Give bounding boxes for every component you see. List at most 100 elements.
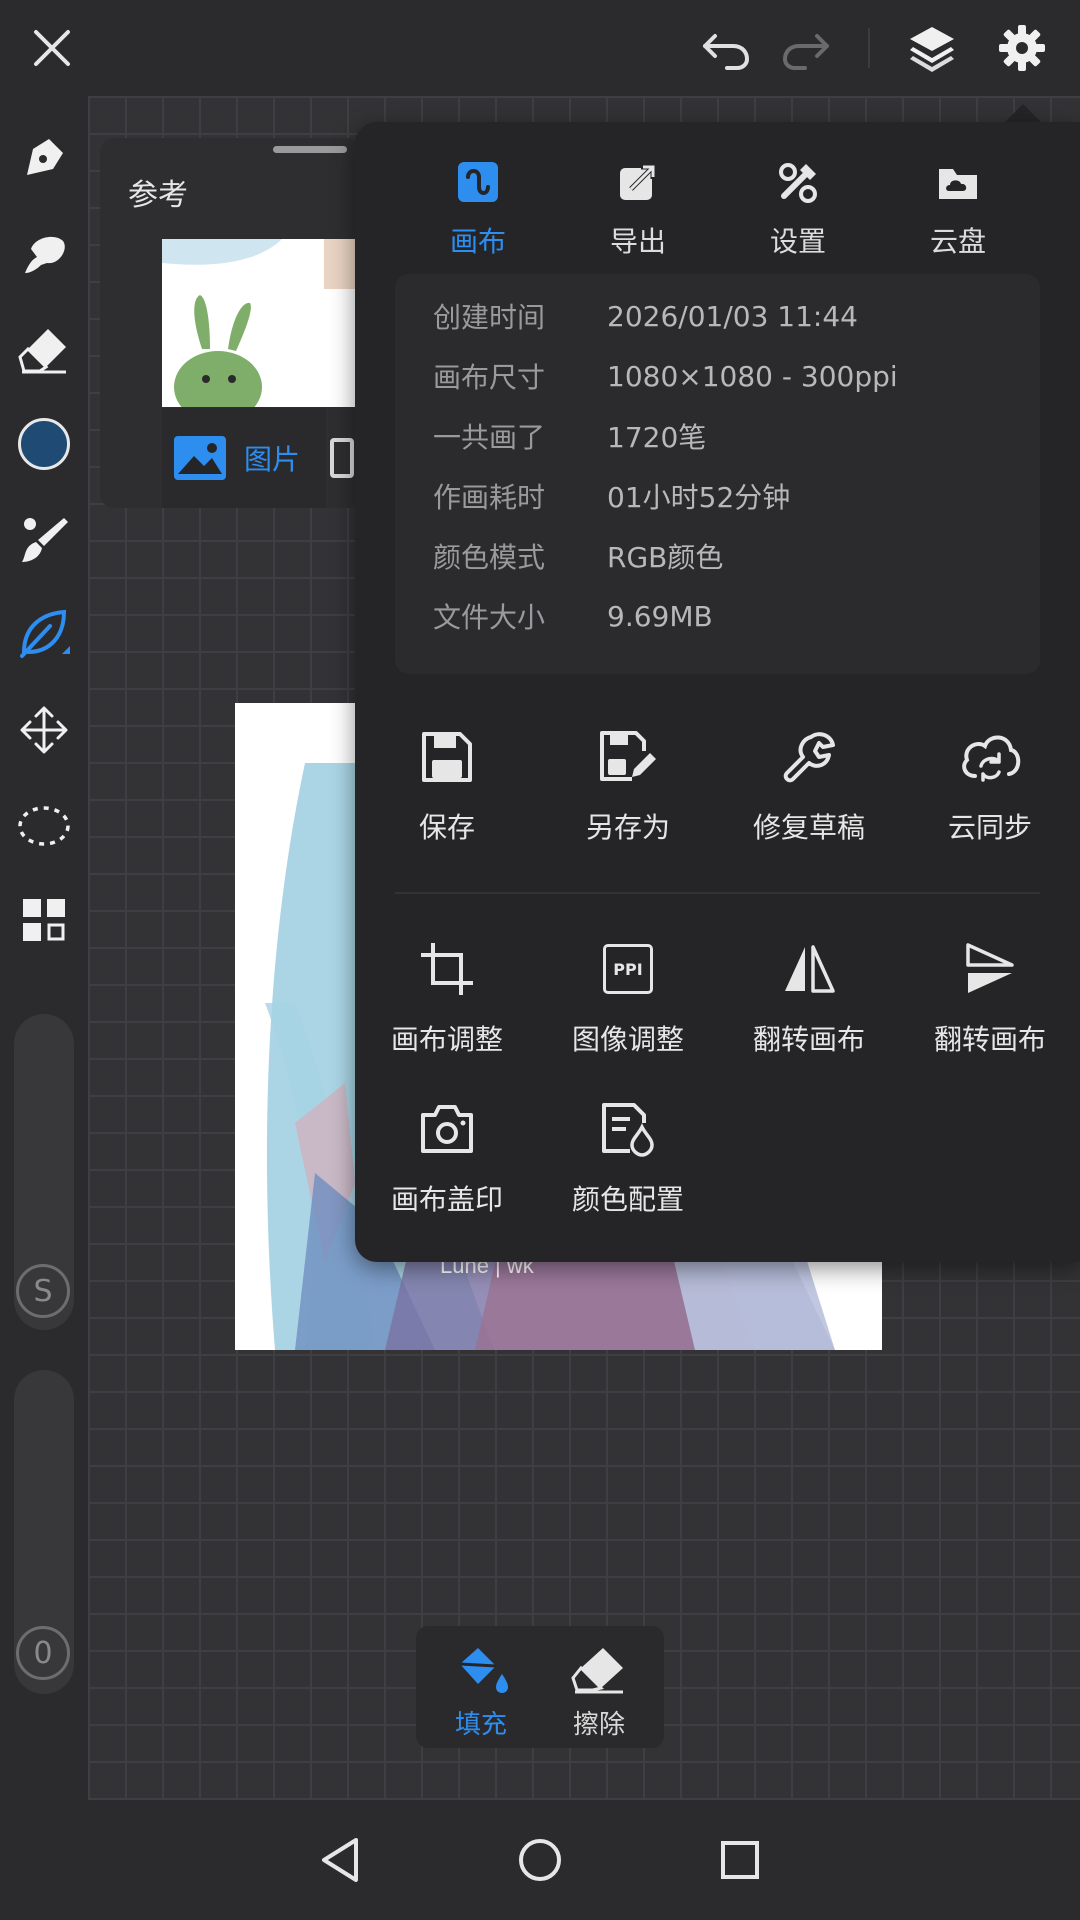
reference-image[interactable] bbox=[162, 239, 362, 423]
canvas-settings-popup: 画布 导出 设置 云盘 创建时间 2026/01/03 11:44 画布尺寸 1… bbox=[355, 122, 1080, 1262]
close-button[interactable] bbox=[24, 20, 80, 76]
wrench-icon bbox=[783, 732, 835, 783]
nav-home-button[interactable] bbox=[510, 1830, 570, 1890]
redo-button[interactable] bbox=[778, 20, 834, 76]
info-row-color-mode: 颜色模式 RGB颜色 bbox=[433, 541, 724, 574]
fill-button[interactable]: 填充 bbox=[426, 1644, 536, 1741]
leaf-brush-icon bbox=[20, 609, 70, 658]
tab-canvas[interactable]: 画布 bbox=[398, 152, 558, 260]
settings-button[interactable] bbox=[994, 20, 1050, 76]
color-profile-icon bbox=[602, 1103, 654, 1157]
color-profile-button[interactable]: 颜色配置 bbox=[538, 1094, 718, 1218]
cloud-sync-button[interactable]: 云同步 bbox=[900, 722, 1080, 846]
info-row-time-spent: 作画耗时 01小时52分钟 bbox=[433, 481, 791, 514]
layers-icon bbox=[910, 27, 954, 72]
erase-label: 擦除 bbox=[572, 1710, 625, 1740]
current-color-swatch bbox=[18, 418, 70, 470]
toolbar-divider bbox=[868, 28, 870, 68]
canvas-adjust-button[interactable]: 画布调整 bbox=[357, 934, 537, 1058]
tool-pen[interactable] bbox=[14, 128, 74, 188]
canvas-adjust-label: 画布调整 bbox=[390, 1023, 503, 1056]
fill-label: 填充 bbox=[454, 1710, 507, 1740]
flip-canvas-horizontal-label: 翻转画布 bbox=[752, 1023, 865, 1056]
save-icon bbox=[422, 732, 472, 782]
eraser-icon bbox=[571, 1648, 623, 1694]
nav-back-button[interactable] bbox=[310, 1830, 370, 1890]
tool-more[interactable] bbox=[14, 890, 74, 950]
reference-thumbnail bbox=[162, 239, 362, 423]
color-profile-label: 颜色配置 bbox=[571, 1183, 684, 1216]
tab-settings-label: 设置 bbox=[769, 225, 826, 258]
tab-export-label: 导出 bbox=[609, 225, 666, 258]
tab-settings[interactable]: 设置 bbox=[718, 152, 878, 260]
move-icon bbox=[20, 706, 68, 754]
info-row-file-size: 文件大小 9.69MB bbox=[433, 599, 713, 635]
back-triangle-icon bbox=[322, 1838, 358, 1882]
layers-button[interactable] bbox=[904, 20, 960, 76]
canvas-stamp-button[interactable]: 画布盖印 bbox=[357, 1094, 537, 1218]
brush-opacity-knob[interactable]: 0 bbox=[16, 1626, 70, 1680]
tools-settings-icon bbox=[779, 163, 817, 203]
tool-brush[interactable] bbox=[14, 510, 74, 570]
camera-icon bbox=[421, 1105, 473, 1153]
save-label: 保存 bbox=[418, 811, 475, 844]
canvas-info-box: 创建时间 2026/01/03 11:44 画布尺寸 1080×1080 - 3… bbox=[395, 274, 1040, 674]
ppi-icon: PPI bbox=[603, 944, 653, 994]
image-adjust-button[interactable]: PPI 图像调整 bbox=[538, 934, 718, 1058]
system-navigation-bar bbox=[0, 1800, 1080, 1920]
save-as-label: 另存为 bbox=[585, 811, 670, 844]
canvas-stamp-label: 画布盖印 bbox=[390, 1183, 503, 1216]
size-slider-label: S bbox=[33, 1273, 53, 1309]
undo-icon bbox=[703, 34, 750, 70]
tab-cloud-drive[interactable]: 云盘 bbox=[878, 152, 1038, 260]
brush-icon bbox=[22, 518, 68, 562]
flip-canvas-horizontal-button[interactable]: 翻转画布 bbox=[719, 934, 899, 1058]
canvas-icon bbox=[458, 162, 498, 202]
tab-cloud-drive-label: 云盘 bbox=[929, 225, 986, 258]
save-as-button[interactable]: 另存为 bbox=[538, 722, 718, 846]
repair-draft-button[interactable]: 修复草稿 bbox=[719, 722, 899, 846]
image-adjust-label: 图像调整 bbox=[571, 1023, 684, 1056]
flip-vertical-icon bbox=[966, 943, 1014, 993]
tool-lasso[interactable] bbox=[14, 796, 74, 856]
cloud-sync-label: 云同步 bbox=[947, 811, 1032, 844]
picture-icon bbox=[174, 436, 226, 480]
save-as-icon bbox=[600, 731, 656, 781]
opacity-slider-label: 0 bbox=[33, 1635, 53, 1671]
repair-draft-label: 修复草稿 bbox=[752, 811, 865, 844]
tool-eraser[interactable] bbox=[14, 320, 74, 380]
reference-title: 参考 bbox=[128, 178, 188, 213]
smudge-icon bbox=[25, 236, 65, 273]
info-row-canvas-size: 画布尺寸 1080×1080 - 300ppi bbox=[433, 359, 898, 395]
pen-tip-icon bbox=[27, 139, 63, 175]
erase-button[interactable]: 擦除 bbox=[544, 1644, 654, 1741]
color-picker-button[interactable] bbox=[14, 414, 74, 474]
brush-size-knob[interactable]: S bbox=[16, 1264, 70, 1318]
tool-leaf-brush[interactable] bbox=[14, 604, 74, 664]
flip-canvas-vertical-button[interactable]: 翻转画布 bbox=[900, 934, 1080, 1058]
actions-divider bbox=[395, 892, 1040, 894]
cloud-drive-icon bbox=[939, 169, 977, 199]
picture-tab-label: 图片 bbox=[244, 443, 301, 476]
info-row-created: 创建时间 2026/01/03 11:44 bbox=[433, 299, 858, 335]
nav-recents-button[interactable] bbox=[710, 1830, 770, 1890]
reference-next-tab-icon[interactable] bbox=[330, 438, 354, 478]
save-button[interactable]: 保存 bbox=[357, 722, 537, 846]
paint-bucket-icon bbox=[459, 1648, 508, 1693]
flip-canvas-vertical-label: 翻转画布 bbox=[933, 1023, 1046, 1056]
left-toolbar: S 0 bbox=[0, 96, 88, 1800]
reference-picture-tab[interactable]: 图片 bbox=[172, 434, 300, 482]
undo-button[interactable] bbox=[698, 20, 754, 76]
reference-panel[interactable]: 参考 图片 bbox=[100, 138, 362, 508]
home-circle-icon bbox=[519, 1839, 561, 1881]
redo-icon bbox=[782, 34, 829, 70]
grid-apps-icon bbox=[23, 899, 65, 941]
fill-erase-panel: 填充 擦除 bbox=[416, 1626, 664, 1748]
tab-export[interactable]: 导出 bbox=[558, 152, 718, 260]
tool-smudge[interactable] bbox=[14, 224, 74, 284]
reference-drag-handle[interactable] bbox=[273, 146, 347, 153]
tool-move[interactable] bbox=[14, 700, 74, 760]
popup-pointer bbox=[1003, 104, 1043, 124]
flip-horizontal-icon bbox=[785, 945, 835, 993]
gear-icon bbox=[999, 25, 1045, 71]
